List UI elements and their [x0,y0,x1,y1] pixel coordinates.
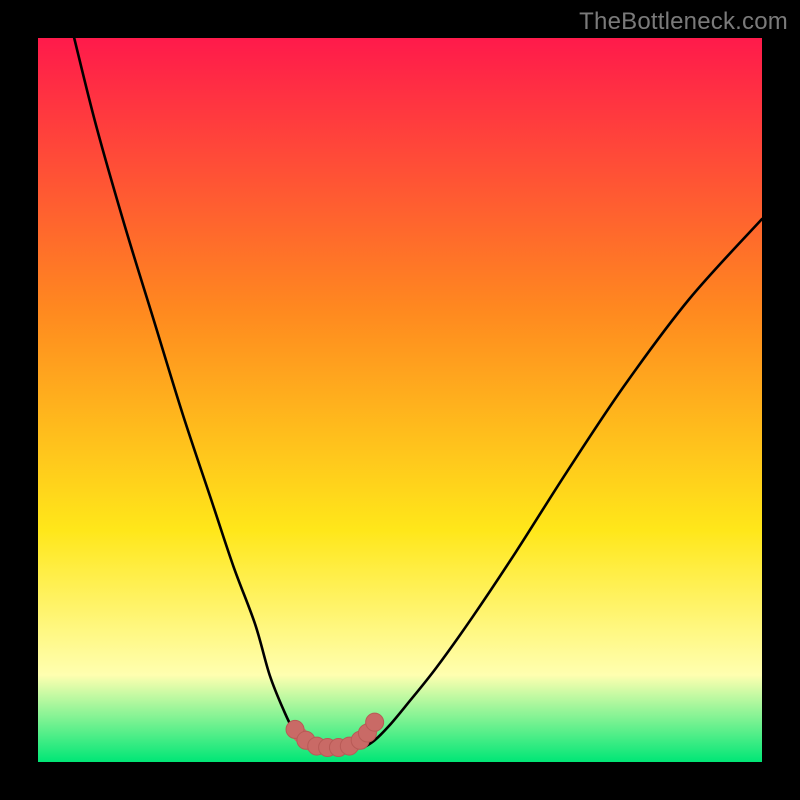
bottom-marker-dot [366,713,384,731]
plot-area [38,38,762,762]
watermark-text: TheBottleneck.com [579,8,788,36]
chart-svg [38,38,762,762]
chart-frame: TheBottleneck.com [0,0,800,800]
gradient-background [38,38,762,762]
